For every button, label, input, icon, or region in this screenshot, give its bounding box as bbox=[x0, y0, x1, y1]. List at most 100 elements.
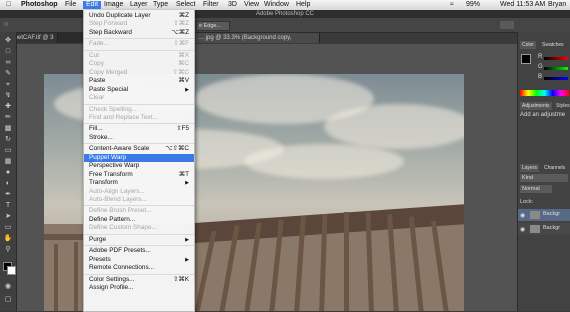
color-ramp[interactable] bbox=[520, 90, 569, 96]
app-title: Adobe Photoshop CC bbox=[255, 11, 315, 17]
layer-name[interactable]: Backgr bbox=[543, 211, 560, 217]
type-tool-icon[interactable]: T bbox=[3, 201, 13, 210]
menu-item-label: Auto-Blend Layers... bbox=[89, 196, 147, 203]
menu-file[interactable]: File bbox=[65, 1, 76, 9]
apple-icon[interactable]:  bbox=[6, 1, 11, 9]
screen-mode-icon[interactable]: ▢ bbox=[3, 295, 13, 304]
slider-g[interactable] bbox=[544, 67, 568, 70]
menu-item-paste[interactable]: Paste ⌘V bbox=[84, 77, 194, 85]
history-brush-icon[interactable]: ↻ bbox=[3, 135, 13, 144]
pen-tool-icon[interactable]: ✒ bbox=[3, 190, 13, 199]
clock[interactable]: Wed 11:53 AM bbox=[500, 1, 545, 9]
menu-item-stroke[interactable]: Stroke... bbox=[84, 134, 194, 142]
menu-item-shortcut: ⌥⇧⌘C bbox=[165, 145, 189, 153]
eyedropper-tool-icon[interactable]: ↯ bbox=[3, 91, 13, 100]
tab-layers[interactable]: Layers bbox=[520, 164, 540, 172]
zoom-tool-icon[interactable]: ⚲ bbox=[3, 245, 13, 254]
menu-photoshop[interactable]: Photoshop bbox=[21, 1, 58, 9]
menu-item-content-aware-scale[interactable]: Content-Aware Scale ⌥⇧⌘C bbox=[84, 145, 194, 153]
slider-r[interactable] bbox=[544, 57, 568, 60]
tool-preset-icon[interactable]: ○ bbox=[4, 21, 8, 28]
menu-item-label: Assign Profile... bbox=[89, 284, 134, 292]
color-fg-swatch[interactable] bbox=[521, 54, 531, 64]
tab-adjustments[interactable]: Adjustments bbox=[520, 102, 552, 110]
menu-item-transform[interactable]: Transform ▶ bbox=[84, 179, 194, 187]
menu-separator bbox=[84, 233, 194, 235]
lasso-tool-icon[interactable]: ∞ bbox=[3, 58, 13, 67]
tab-styles[interactable]: Styles bbox=[554, 102, 570, 110]
menu-item-paste-special[interactable]: Paste Special ▶ bbox=[84, 86, 194, 94]
menu-item-adobe-pdf-presets[interactable]: Adobe PDF Presets... bbox=[84, 247, 194, 255]
hand-tool-icon[interactable]: ✋ bbox=[3, 234, 13, 243]
crop-tool-icon[interactable]: ⌖ bbox=[3, 80, 13, 89]
menu-item-remote-connections[interactable]: Remote Connections... bbox=[84, 264, 194, 272]
menu-item-perspective-warp[interactable]: Perspective Warp bbox=[84, 162, 194, 170]
menu-item-label: Color Settings... bbox=[89, 275, 135, 283]
menu-layer[interactable]: Layer bbox=[130, 1, 148, 9]
dodge-tool-icon[interactable]: ◐ bbox=[3, 179, 13, 188]
menu-item-label: Define Brush Preset... bbox=[89, 207, 152, 215]
menu-item-color-settings[interactable]: Color Settings... ⇧⌘K bbox=[84, 276, 194, 284]
wifi-icon[interactable]: ≈ bbox=[450, 1, 454, 9]
healing-tool-icon[interactable]: ✚ bbox=[3, 102, 13, 111]
menu-item-undo-duplicate-layer[interactable]: Undo Duplicate Layer ⌘Z bbox=[84, 12, 194, 20]
menu-item-purge[interactable]: Purge ▶ bbox=[84, 236, 194, 244]
menu-separator bbox=[84, 143, 194, 145]
menu-select[interactable]: Select bbox=[176, 1, 195, 9]
move-tool-icon[interactable]: ✥ bbox=[3, 36, 13, 45]
tab-color[interactable]: Color bbox=[520, 41, 536, 49]
tab-channels[interactable]: Channels bbox=[542, 164, 567, 172]
quick-mask-icon[interactable]: ◉ bbox=[3, 282, 13, 291]
layer-row[interactable]: ◉ Backgr bbox=[518, 209, 570, 221]
menu-item-cut: Cut ⌘X bbox=[84, 52, 194, 60]
menu-separator bbox=[84, 103, 194, 105]
menu-help[interactable]: Help bbox=[296, 1, 310, 9]
blend-mode-select[interactable]: Normal bbox=[520, 185, 552, 193]
menu-item-shortcut: ⌘C bbox=[177, 60, 189, 68]
gradient-tool-icon[interactable]: ▦ bbox=[3, 157, 13, 166]
menu-view[interactable]: View bbox=[244, 1, 259, 9]
blur-tool-icon[interactable]: ● bbox=[3, 168, 13, 177]
eye-icon[interactable]: ◉ bbox=[520, 212, 525, 219]
menu-3d[interactable]: 3D bbox=[228, 1, 237, 9]
menu-image[interactable]: Image bbox=[104, 1, 123, 9]
menu-item-free-transform[interactable]: Free Transform ⌘T bbox=[84, 171, 194, 179]
menu-item-step-backward[interactable]: Step Backward ⌥⌘Z bbox=[84, 29, 194, 37]
menu-item-label: Fill... bbox=[89, 125, 103, 133]
stamp-tool-icon[interactable]: ▩ bbox=[3, 124, 13, 133]
eye-icon[interactable]: ◉ bbox=[520, 226, 525, 233]
battery-status[interactable]: 99% bbox=[466, 1, 480, 9]
menu-type[interactable]: Type bbox=[153, 1, 168, 9]
submenu-arrow-icon: ▶ bbox=[185, 180, 189, 187]
refine-edge-button[interactable]: e Edge... bbox=[196, 21, 230, 31]
shape-tool-icon[interactable]: ▭ bbox=[3, 223, 13, 232]
layer-filter-kind[interactable]: Kind bbox=[520, 174, 568, 182]
menu-item-define-pattern[interactable]: Define Pattern... bbox=[84, 216, 194, 224]
user-name[interactable]: Bryan bbox=[548, 1, 566, 9]
tab-swatches[interactable]: Swatches bbox=[540, 41, 566, 49]
menu-item-label: Perspective Warp bbox=[89, 162, 140, 170]
menu-window[interactable]: Window bbox=[264, 1, 289, 9]
menu-item-presets[interactable]: Presets ▶ bbox=[84, 256, 194, 264]
slider-b[interactable] bbox=[544, 77, 568, 80]
eraser-tool-icon[interactable]: ▭ bbox=[3, 146, 13, 155]
menu-item-puppet-warp[interactable]: Puppet Warp bbox=[84, 153, 194, 162]
menu-item-fill[interactable]: Fill... ⇧F5 bbox=[84, 125, 194, 133]
path-select-icon[interactable]: ➤ bbox=[3, 212, 13, 221]
menu-edit[interactable]: Edit bbox=[83, 1, 102, 9]
menu-item-label: Cut bbox=[89, 51, 99, 59]
quick-select-tool-icon[interactable]: ✎ bbox=[3, 69, 13, 78]
background-color-swatch[interactable] bbox=[7, 266, 16, 275]
layer-row[interactable]: ◉ Backgr bbox=[518, 223, 570, 235]
menu-filter[interactable]: Filter bbox=[203, 1, 219, 9]
label-r: R bbox=[538, 54, 543, 60]
doc-tab-active[interactable]: ….jpg @ 33.3% (Background copy, RGB/8*) … bbox=[194, 33, 320, 51]
marquee-tool-icon[interactable]: □ bbox=[3, 47, 13, 56]
menu-item-step-forward: Step Forward ⇧⌘Z bbox=[84, 20, 194, 28]
brush-tool-icon[interactable]: ✏ bbox=[3, 113, 13, 122]
menu-item-define-custom-shape: Define Custom Shape... bbox=[84, 224, 194, 232]
workspace-switcher[interactable] bbox=[500, 21, 514, 29]
layer-name[interactable]: Backgr bbox=[543, 225, 560, 231]
menu-item-assign-profile[interactable]: Assign Profile... bbox=[84, 284, 194, 292]
menu-separator bbox=[84, 273, 194, 275]
